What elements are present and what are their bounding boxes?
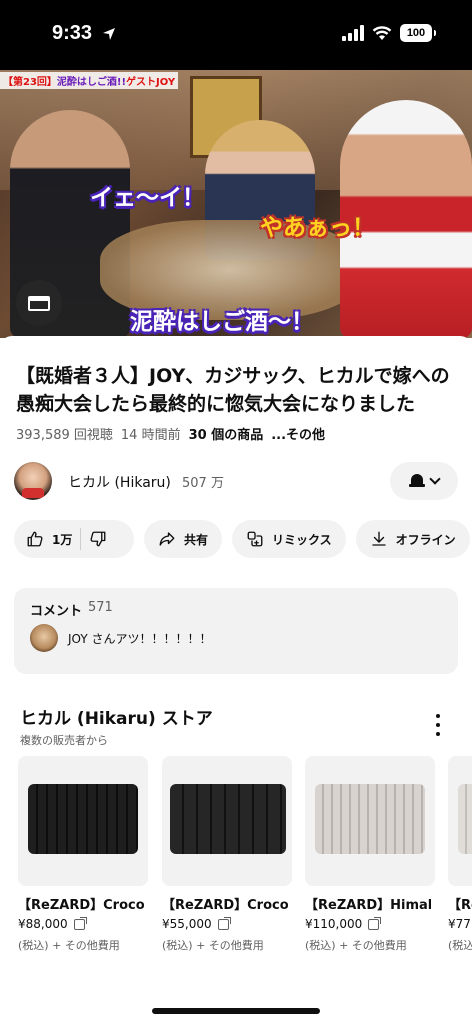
- product-price: ¥88,000: [18, 917, 68, 931]
- offline-label: オフライン: [395, 532, 456, 547]
- comments-count: 571: [88, 600, 113, 615]
- like-divider: [80, 528, 82, 550]
- product-price-note: (税込) + その他費用: [305, 939, 407, 952]
- product-price: ¥77: [448, 917, 471, 931]
- status-indicators: 100: [342, 24, 436, 42]
- miniplayer-icon: [28, 295, 50, 311]
- product-price-row: ¥88,000: [18, 916, 148, 931]
- location-arrow-icon: [103, 28, 115, 40]
- product-price-note: (税込) + その他費用: [18, 939, 120, 952]
- product-count: 30 個の商品: [188, 428, 264, 443]
- channel-row: ヒカル (Hikaru) 507 万: [14, 462, 458, 502]
- wallet-image: [28, 784, 138, 854]
- product-price: ¥55,000: [162, 917, 212, 931]
- product-card[interactable]: 【ReZARD】Crocodile ¥88,000 (税込) + その他費用: [18, 756, 148, 953]
- product-image: [162, 756, 292, 886]
- thumbs-up-icon[interactable]: [26, 530, 44, 548]
- share-icon: [159, 532, 175, 546]
- download-icon: [371, 531, 386, 546]
- video-details-panel: 【既婚者３人】JOY、カジサック、ヒカルで嫁への愚痴大会したら最終的に惚気大会に…: [0, 336, 472, 1024]
- external-link-icon: [217, 916, 231, 930]
- remix-button[interactable]: リミックス: [232, 520, 346, 558]
- video-title[interactable]: 【既婚者３人】JOY、カジサック、ヒカルで嫁への愚痴大会したら最終的に惚気大会に…: [16, 362, 456, 418]
- store-more-options-icon[interactable]: [430, 714, 446, 736]
- like-count: 1万: [52, 532, 73, 547]
- remix-label: リミックス: [272, 532, 332, 547]
- view-count: 393,589 回視聴: [16, 428, 113, 443]
- product-price-row: ¥110,000: [305, 916, 435, 931]
- product-price-note: (税込): [448, 939, 472, 952]
- product-name: 【ReZARD】Crocodile: [18, 898, 144, 913]
- episode-tag-number: 【第23回】: [3, 77, 57, 88]
- product-image: [18, 756, 148, 886]
- like-dislike-button[interactable]: 1万: [14, 520, 134, 558]
- channel-avatar[interactable]: [14, 462, 52, 500]
- product-image: [448, 756, 472, 886]
- status-bar: 9:33 100: [0, 0, 472, 70]
- product-price-row: ¥77: [448, 917, 472, 931]
- external-link-icon: [368, 916, 382, 930]
- channel-name[interactable]: ヒカル (Hikaru): [68, 472, 171, 492]
- episode-tag: 【第23回】泥酔はしご酒!!ゲストJOY: [0, 72, 179, 89]
- battery-icon: 100: [400, 24, 436, 42]
- product-price-note: (税込) + その他費用: [162, 939, 264, 952]
- remix-icon: [247, 531, 263, 547]
- product-card[interactable]: 【ReZARD】Crocodile ¥55,000 (税込) + その他費用: [162, 756, 292, 953]
- offline-download-button[interactable]: オフライン: [355, 520, 470, 558]
- video-caption-2: やあぁっ！: [260, 215, 375, 241]
- video-caption-3: 泥酔はしご酒〜！: [130, 309, 314, 335]
- action-bar: 1万 共有 リミックス オフライン: [14, 520, 472, 558]
- product-name: 【ReZARD】Himalaya: [305, 898, 431, 913]
- share-label: 共有: [184, 532, 209, 547]
- chevron-down-icon: [429, 473, 441, 485]
- product-price-row: ¥55,000: [162, 916, 292, 931]
- store-subtitle: 複数の販売者から: [20, 734, 108, 747]
- notification-bell-button[interactable]: [390, 462, 458, 500]
- product-shelf: 【ReZARD】Crocodile ¥88,000 (税込) + その他費用 【…: [18, 756, 472, 956]
- external-link-icon: [73, 916, 87, 930]
- wallet-image: [170, 784, 286, 854]
- bell-icon: [409, 473, 425, 489]
- wallet-image: [315, 784, 425, 854]
- video-player[interactable]: 【第23回】泥酔はしご酒!!ゲストJOY イェ〜イ！ やあぁっ！ 泥酔はしご酒〜…: [0, 70, 472, 338]
- status-time: 9:33: [52, 22, 93, 44]
- top-comment-text: JOY さんアツ！！！！！！: [68, 632, 212, 646]
- cellular-signal-icon: [342, 25, 364, 41]
- store-title: ヒカル (Hikaru) ストア: [20, 709, 213, 729]
- home-indicator[interactable]: [152, 1008, 320, 1014]
- product-image: [305, 756, 435, 886]
- product-name: 【ReZARD】: [448, 898, 472, 913]
- subscriber-count: 507 万: [182, 476, 224, 491]
- comments-section[interactable]: コメント 571 JOY さんアツ！！！！！！: [14, 588, 458, 674]
- episode-tag-guest: ゲストJOY: [126, 77, 176, 88]
- comments-title: コメント: [30, 604, 83, 619]
- product-card[interactable]: 【ReZARD】 ¥77 (税込): [448, 756, 472, 953]
- wallet-image: [458, 784, 472, 854]
- video-caption-1: イェ〜イ！: [90, 185, 205, 211]
- upload-time: 14 時間前: [120, 428, 181, 443]
- product-name: 【ReZARD】Crocodile: [162, 898, 288, 913]
- episode-tag-theme: 泥酔はしご酒!!: [56, 77, 127, 88]
- video-meta[interactable]: 393,589 回視聴 14 時間前 30 個の商品 ...その他: [16, 424, 325, 443]
- product-price: ¥110,000: [305, 917, 363, 931]
- commenter-avatar: [30, 624, 58, 652]
- more-link[interactable]: ...その他: [271, 424, 325, 443]
- product-card[interactable]: 【ReZARD】Himalaya ¥110,000 (税込) + その他費用: [305, 756, 435, 953]
- miniplayer-button[interactable]: [16, 280, 62, 326]
- wifi-icon: [372, 26, 392, 40]
- thumbs-down-icon[interactable]: [89, 530, 107, 548]
- share-button[interactable]: 共有: [144, 520, 223, 558]
